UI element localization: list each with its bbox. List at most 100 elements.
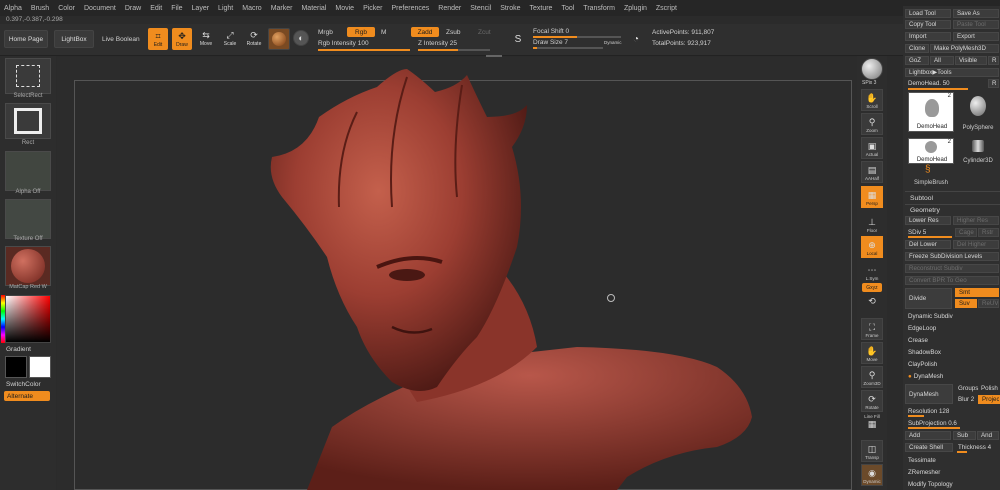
menu-item-zscript[interactable]: Zscript <box>656 5 677 12</box>
geometry-header[interactable]: Geometry <box>907 206 997 215</box>
texture-slot[interactable] <box>5 199 51 239</box>
reuv-button[interactable]: ReUV <box>978 299 999 308</box>
menu-item-material[interactable]: Material <box>301 5 326 12</box>
menu-item-zplugin[interactable]: Zplugin <box>624 5 647 12</box>
zoom-button[interactable]: ⚲ Zoom <box>861 113 883 135</box>
tessimate-header[interactable]: Tessimate <box>905 456 999 465</box>
sculpt-model[interactable] <box>57 57 857 490</box>
higher-res-button[interactable]: Higher Res <box>953 216 999 225</box>
rect-stroke[interactable] <box>5 103 51 139</box>
color-picker[interactable] <box>5 295 51 343</box>
modify-topology-header[interactable]: Modify Topology <box>905 480 999 489</box>
menu-item-edit[interactable]: Edit <box>150 5 162 12</box>
hue-strip[interactable] <box>1 295 5 343</box>
export-button[interactable]: Export <box>953 32 999 41</box>
dynamic-persp-button[interactable]: ◉ Dynamic <box>861 464 883 486</box>
goz-button[interactable]: GoZ <box>905 56 929 65</box>
zcut-toggle[interactable]: Zcut <box>478 29 491 36</box>
zoom3d-button[interactable]: ⚲ Zoom3D <box>861 366 883 388</box>
menu-item-brush[interactable]: Brush <box>31 5 49 12</box>
frame-button[interactable]: ⛶ Frame <box>861 318 883 340</box>
scroll-button[interactable]: ✋ Scroll <box>861 89 883 111</box>
sub-button[interactable]: Sub <box>953 431 976 440</box>
m-toggle[interactable]: M <box>381 29 386 36</box>
save-as-button[interactable]: Save As <box>953 9 999 18</box>
spix-button[interactable] <box>861 58 883 80</box>
edgeloop-header[interactable]: EdgeLoop <box>905 324 999 333</box>
load-tool-button[interactable]: Load Tool <box>905 9 951 18</box>
dynamesh-button[interactable]: DynaMesh <box>905 384 953 404</box>
menu-item-render[interactable]: Render <box>438 5 461 12</box>
main-color-swatch[interactable] <box>5 356 27 378</box>
reconstruct-subdiv-button[interactable]: Reconstruct Subdiv <box>905 264 999 273</box>
material-slot[interactable] <box>5 246 51 286</box>
edit-mode-button[interactable]: ⌗ Edit <box>148 28 168 50</box>
focal-shift-slider[interactable] <box>533 36 621 38</box>
live-boolean-button[interactable]: Live Boolean <box>102 36 140 43</box>
tool-thumb-simplebrush[interactable]: § SimpleBrush <box>908 164 954 186</box>
lsym-button[interactable]: ⋯ L.Sym <box>861 260 883 282</box>
add-button[interactable]: Add <box>905 431 951 440</box>
actual-button[interactable]: ▣ Actual <box>861 137 883 159</box>
dynamic-toggle[interactable]: Dynamic <box>604 40 622 45</box>
claypolish-header[interactable]: ClayPolish <box>905 360 999 369</box>
menu-item-alpha[interactable]: Alpha <box>4 5 22 12</box>
make-polymesh-button[interactable]: Make PolyMesh3D <box>930 44 999 53</box>
transp-button[interactable]: ◫ Transp <box>861 440 883 462</box>
and-button[interactable]: And <box>977 431 999 440</box>
rgb-toggle[interactable]: Rgb <box>347 27 375 37</box>
menu-item-draw[interactable]: Draw <box>125 5 141 12</box>
zsub-toggle[interactable]: Zsub <box>446 29 460 36</box>
subtool-header[interactable]: Subtool <box>907 194 997 203</box>
draw-size-slider[interactable] <box>533 47 603 49</box>
rotate-view-button[interactable]: ⟳ Rotate <box>861 390 883 412</box>
freeze-subdiv-button[interactable]: Freeze SubDivision Levels <box>905 252 999 261</box>
menu-item-document[interactable]: Document <box>84 5 116 12</box>
switch-color-button[interactable]: SwitchColor <box>6 381 41 388</box>
material-sphere-button[interactable] <box>268 28 290 50</box>
convert-bpr-button[interactable]: Convert BPR To Geo <box>905 276 999 285</box>
visible-button[interactable]: Visible <box>955 56 987 65</box>
del-lower-button[interactable]: Del Lower <box>905 240 951 249</box>
menu-item-transform[interactable]: Transform <box>583 5 615 12</box>
aahalf-button[interactable]: ▤ AAHalf <box>861 161 883 183</box>
menu-item-light[interactable]: Light <box>218 5 233 12</box>
menu-item-file[interactable]: File <box>171 5 182 12</box>
stroke-sphere-button[interactable]: ◐ <box>293 30 309 46</box>
clone-button[interactable]: Clone <box>905 44 929 53</box>
menu-item-tool[interactable]: Tool <box>561 5 574 12</box>
r-button[interactable]: R <box>988 56 999 65</box>
smt-toggle[interactable]: Smt <box>955 288 999 297</box>
divide-button[interactable]: Divide <box>905 288 952 309</box>
move-mode-button[interactable]: ⇆ Move <box>197 29 215 51</box>
lightbox-button[interactable]: LightBox <box>54 30 94 48</box>
menu-item-marker[interactable]: Marker <box>271 5 293 12</box>
tool-thumb-demohead-2[interactable]: 2 DemoHead <box>908 138 954 164</box>
rgb-intensity-slider[interactable] <box>318 49 410 51</box>
menu-item-color[interactable]: Color <box>58 5 75 12</box>
menu-item-stencil[interactable]: Stencil <box>470 5 491 12</box>
menu-item-movie[interactable]: Movie <box>335 5 354 12</box>
dynamic-subdiv-header[interactable]: Dynamic Subdiv <box>905 312 999 321</box>
alpha-slot[interactable] <box>5 151 51 191</box>
zremesher-header[interactable]: ZRemesher <box>905 468 999 477</box>
mrgb-toggle[interactable]: Mrgb <box>318 29 333 36</box>
crease-header[interactable]: Crease <box>905 336 999 345</box>
groups-toggle[interactable]: Groups <box>955 384 980 393</box>
sculptris-icon[interactable]: S <box>510 30 526 48</box>
del-higher-button[interactable]: Del Higher <box>953 240 999 249</box>
polish-toggle[interactable]: Polish <box>978 384 1000 393</box>
tool-thumb-cylinder[interactable]: Cylinder3D <box>956 138 1000 164</box>
rotate-mode-button[interactable]: ⟳ Rotate <box>245 29 263 51</box>
gradient-label[interactable]: Gradient <box>6 346 31 353</box>
menu-item-layer[interactable]: Layer <box>192 5 210 12</box>
all-button[interactable]: All <box>930 56 954 65</box>
tool-thumb-demohead-1[interactable]: 2 DemoHead <box>908 92 954 132</box>
menu-item-macro[interactable]: Macro <box>242 5 261 12</box>
copy-tool-button[interactable]: Copy Tool <box>905 20 951 29</box>
line-fill-button[interactable]: Line Fill ▦ <box>861 414 883 436</box>
scale-mode-button[interactable]: ⤢ Scale <box>221 29 239 51</box>
create-shell-button[interactable]: Create Shell <box>905 443 953 452</box>
menu-item-picker[interactable]: Picker <box>363 5 382 12</box>
lightbox-tools-button[interactable]: Lightbox▶Tools <box>905 68 999 77</box>
